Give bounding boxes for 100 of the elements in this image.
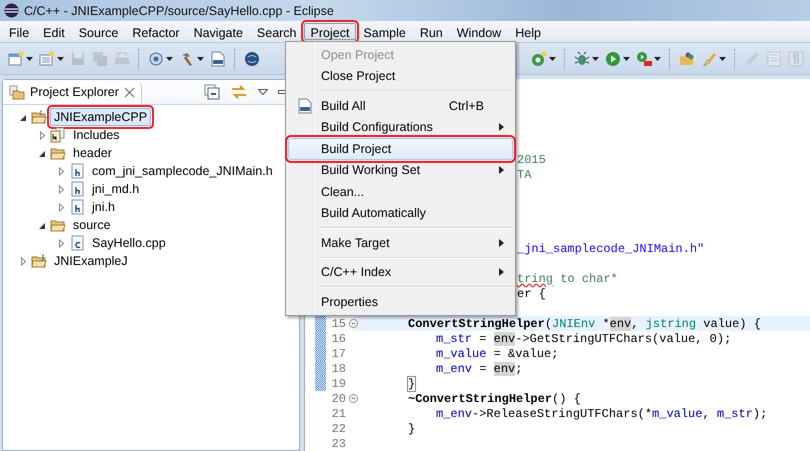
project-folder-icon bbox=[31, 253, 47, 269]
code-line: _jni_samplecode_JNIMain.h" bbox=[517, 242, 704, 256]
project-explorer-tab[interactable]: Project Explorer bbox=[3, 80, 142, 104]
print-icon bbox=[114, 50, 130, 66]
menu-item[interactable]: Build Configurations bbox=[288, 116, 513, 138]
folder-icon bbox=[679, 50, 695, 66]
binary-file-icon bbox=[210, 50, 226, 66]
tree-item[interactable]: JNIExampleJ bbox=[50, 252, 132, 270]
tree-item[interactable]: header bbox=[69, 144, 116, 162]
menu-item[interactable]: Navigate bbox=[186, 23, 250, 40]
code-line: er { bbox=[517, 286, 546, 301]
menu-item[interactable]: Make Target bbox=[288, 232, 513, 254]
menu-item[interactable]: Build Working Set bbox=[288, 160, 513, 181]
line-number: 23 bbox=[330, 436, 346, 451]
header-file-icon bbox=[69, 199, 85, 215]
pilcrow-icon bbox=[788, 50, 804, 66]
menu-item[interactable]: File bbox=[2, 23, 36, 40]
submenu-arrow-icon bbox=[499, 123, 504, 132]
dropdown-caret-icon[interactable] bbox=[26, 56, 33, 60]
toolbar-button[interactable] bbox=[6, 48, 35, 68]
code-line: } bbox=[408, 376, 416, 391]
collapsed-arrow-icon[interactable] bbox=[57, 202, 66, 212]
menu-item[interactable]: Search bbox=[250, 23, 304, 40]
source-file-icon bbox=[69, 235, 85, 251]
bug-icon bbox=[574, 50, 590, 66]
line-number: 16 bbox=[330, 332, 346, 346]
dropdown-caret-icon[interactable] bbox=[719, 56, 726, 60]
tree-item[interactable]: com_jni_samplecode_JNIMain.h bbox=[88, 162, 277, 180]
menu-item[interactable]: Help bbox=[508, 23, 548, 40]
change-marker bbox=[315, 316, 326, 332]
collapsed-arrow-icon[interactable] bbox=[57, 184, 66, 194]
tree-item[interactable]: source bbox=[69, 216, 115, 234]
menu-item[interactable]: Sample bbox=[356, 23, 413, 40]
menu-item[interactable]: Close Project bbox=[288, 66, 513, 87]
collapse-all-icon[interactable] bbox=[204, 84, 220, 100]
expanded-arrow-icon[interactable] bbox=[38, 220, 47, 230]
app-logo-icon bbox=[4, 3, 19, 18]
pencil-icon bbox=[744, 50, 760, 66]
toolbar-button[interactable] bbox=[37, 48, 66, 68]
dropdown-caret-icon[interactable] bbox=[166, 56, 173, 60]
tree-item[interactable]: jni.h bbox=[88, 198, 119, 216]
collapsed-arrow-icon[interactable] bbox=[57, 238, 66, 248]
code-line: 2015 bbox=[517, 153, 546, 167]
menu-item[interactable]: Build All Ctrl+B bbox=[288, 95, 513, 116]
change-marker bbox=[315, 346, 326, 362]
menu-item[interactable]: Edit bbox=[36, 23, 72, 40]
line-number: 19 bbox=[330, 376, 346, 391]
code-line: tring to char* bbox=[517, 272, 618, 286]
dropdown-caret-icon[interactable] bbox=[654, 56, 661, 60]
code-line: } bbox=[408, 422, 416, 436]
menu-item[interactable]: Clean... bbox=[288, 181, 513, 202]
dropdown-caret-icon[interactable] bbox=[549, 56, 556, 60]
dropdown-caret-icon[interactable] bbox=[592, 56, 599, 60]
dropdown-caret-icon[interactable] bbox=[57, 56, 64, 60]
project-folder-icon bbox=[31, 109, 47, 125]
collapsed-arrow-icon[interactable] bbox=[57, 166, 66, 176]
page-icon bbox=[766, 50, 782, 66]
line-number: 22 bbox=[330, 422, 346, 436]
toolbar-button[interactable] bbox=[529, 48, 558, 68]
fold-icon[interactable] bbox=[348, 394, 358, 404]
run-icon bbox=[605, 50, 621, 66]
change-marker bbox=[315, 361, 326, 376]
binary-file-icon bbox=[297, 98, 313, 114]
tree-item[interactable]: JNIExampleCPP bbox=[50, 108, 152, 126]
menu-item[interactable]: C/C++ Index bbox=[288, 262, 513, 283]
submenu-arrow-icon bbox=[499, 268, 504, 276]
header-file-icon bbox=[69, 163, 85, 179]
close-icon[interactable] bbox=[124, 86, 135, 98]
fold-icon[interactable] bbox=[348, 319, 358, 328]
menu-item[interactable]: Window bbox=[450, 23, 508, 40]
line-number: 20 bbox=[330, 392, 346, 406]
tree-item[interactable]: Includes bbox=[69, 126, 124, 144]
menu-item[interactable]: Source bbox=[72, 23, 126, 40]
tree-item[interactable]: jni_md.h bbox=[88, 180, 144, 198]
menu-item[interactable]: Project bbox=[304, 23, 356, 40]
menu-item[interactable]: Build Automatically bbox=[288, 202, 513, 224]
run-toolbox-icon bbox=[636, 50, 652, 66]
code-line: TA bbox=[517, 168, 532, 182]
expanded-arrow-icon[interactable] bbox=[38, 148, 47, 158]
collapsed-arrow-icon[interactable] bbox=[19, 256, 28, 266]
line-number: 17 bbox=[330, 346, 346, 361]
code-line: m_str = env->GetStringUTFChars(value, 0); bbox=[436, 332, 732, 346]
line-number: 21 bbox=[330, 406, 346, 421]
change-marker bbox=[315, 376, 326, 392]
new-file-icon bbox=[8, 50, 24, 66]
menu-item[interactable]: Properties bbox=[288, 291, 513, 312]
save-all-icon bbox=[92, 50, 108, 66]
menu-item[interactable]: Refactor bbox=[125, 23, 187, 40]
dropdown-caret-icon[interactable] bbox=[623, 56, 630, 60]
view-menu-icon[interactable] bbox=[258, 89, 268, 95]
expanded-arrow-icon[interactable] bbox=[19, 112, 28, 122]
line-number: 18 bbox=[330, 362, 346, 376]
dropdown-caret-icon[interactable] bbox=[197, 56, 204, 60]
menu-item[interactable]: Run bbox=[412, 23, 450, 40]
folder-icon bbox=[9, 84, 25, 100]
includes-icon bbox=[50, 127, 66, 143]
new-class-icon bbox=[39, 50, 55, 66]
panel-title: Project Explorer bbox=[30, 85, 119, 99]
collapsed-arrow-icon[interactable] bbox=[38, 130, 47, 140]
tree-item[interactable]: SayHello.cpp bbox=[88, 234, 170, 252]
